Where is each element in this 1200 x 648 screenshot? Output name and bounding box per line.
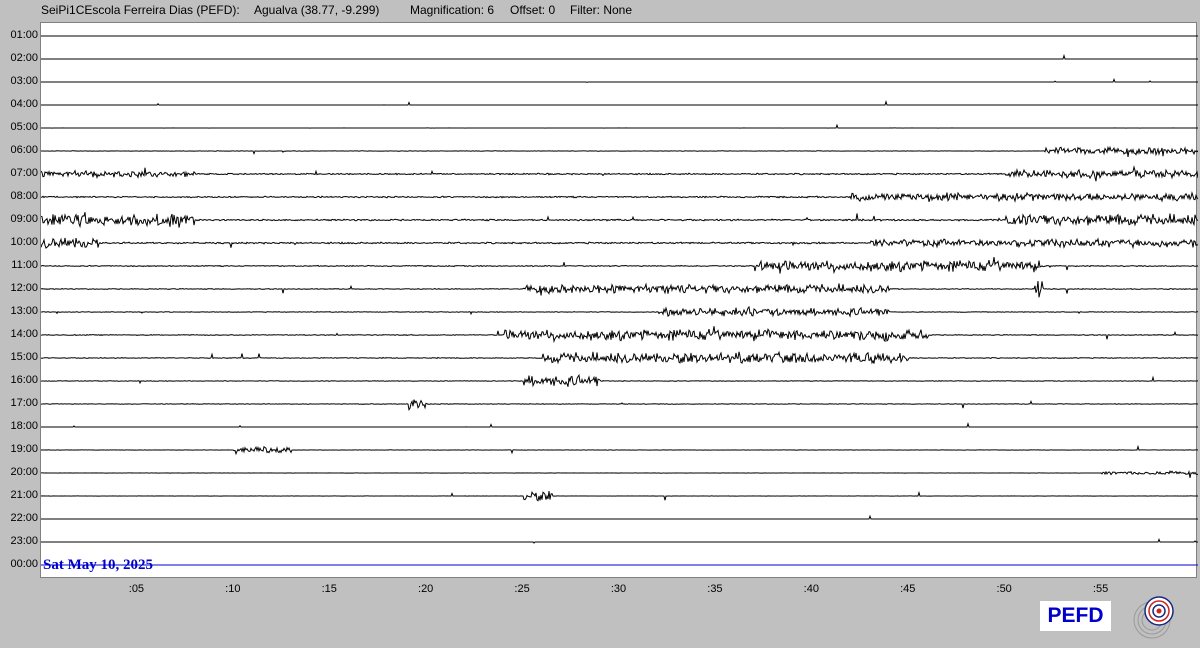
hour-label: 12:00 xyxy=(10,282,38,294)
trace-line-1200 xyxy=(41,280,1198,298)
hour-label: 03:00 xyxy=(10,75,38,87)
trace-line-1800 xyxy=(41,421,1198,428)
hour-label: 09:00 xyxy=(10,213,38,225)
hour-label: 10:00 xyxy=(10,236,38,248)
hour-label: 23:00 xyxy=(10,535,38,547)
trace-line-0700 xyxy=(41,165,1198,182)
date-label: Sat May 10, 2025 xyxy=(43,557,153,573)
hour-label: 07:00 xyxy=(10,167,38,179)
minute-tick-label: :35 xyxy=(707,583,723,595)
trace-line-0500 xyxy=(41,123,1198,129)
minute-tick-label: :55 xyxy=(1092,583,1109,595)
station-name: SeiPi1CEscola Ferreira Dias (PEFD): xyxy=(41,3,240,17)
trace-line-0600 xyxy=(41,145,1198,157)
hour-label: 15:00 xyxy=(10,351,38,363)
hour-label: 18:00 xyxy=(10,420,38,432)
hour-label: 20:00 xyxy=(10,466,38,478)
hour-label: 16:00 xyxy=(10,374,38,386)
trace-line-1900 xyxy=(41,444,1198,456)
trace-line-0400 xyxy=(41,99,1198,106)
minute-tick-label: :50 xyxy=(996,583,1012,595)
hour-label: 22:00 xyxy=(10,512,38,524)
station-badge: PEFD xyxy=(1040,601,1111,631)
minute-tick-label: :20 xyxy=(418,583,434,595)
trace-line-1400 xyxy=(41,326,1198,344)
hour-label: 11:00 xyxy=(11,259,38,271)
seismogram-traces xyxy=(41,35,1198,566)
hour-label: 02:00 xyxy=(10,52,38,64)
hour-label: 08:00 xyxy=(10,190,38,202)
hour-label: 19:00 xyxy=(10,443,38,455)
trace-line-2200 xyxy=(41,514,1198,520)
trace-line-1500 xyxy=(41,350,1198,365)
trace-line-0800 xyxy=(41,190,1198,203)
minute-tick-label: :45 xyxy=(900,583,916,595)
trace-line-2000 xyxy=(41,470,1198,478)
trace-line-0200 xyxy=(41,53,1198,60)
trace-line-0900 xyxy=(41,212,1198,229)
trace-line-1300 xyxy=(41,305,1198,318)
hour-label: 14:00 xyxy=(10,328,38,340)
minute-tick-label: :40 xyxy=(803,583,819,595)
minute-tick-label: :25 xyxy=(514,583,530,595)
seismograph-logo-icon xyxy=(1133,596,1174,639)
minute-tick-label: :30 xyxy=(610,583,627,595)
hour-label: 05:00 xyxy=(10,121,38,133)
magnification-readout: Magnification: 6 xyxy=(410,3,495,17)
minute-tick-label: :05 xyxy=(128,583,145,595)
trace-line-1000 xyxy=(41,237,1198,250)
trace-line-1700 xyxy=(41,399,1198,412)
trace-line-1100 xyxy=(41,257,1198,275)
filter-readout: Filter: None xyxy=(570,3,633,17)
trace-line-0300 xyxy=(41,78,1198,83)
hour-label: 06:00 xyxy=(10,144,38,156)
minute-tick-label: :15 xyxy=(321,583,337,595)
trace-line-2100 xyxy=(41,490,1198,502)
minute-tick-label: :10 xyxy=(225,583,241,595)
station-location: Agualva (38.77, -9.299) xyxy=(254,3,380,17)
helicorder-plot xyxy=(40,22,1198,578)
hour-label: 21:00 xyxy=(10,489,38,501)
hour-label: 13:00 xyxy=(10,305,38,317)
hour-label: 04:00 xyxy=(10,98,38,110)
header-bar: SeiPi1CEscola Ferreira Dias (PEFD): Agua… xyxy=(0,0,1200,22)
trace-line-2300 xyxy=(41,538,1198,544)
hour-label: 01:00 xyxy=(10,29,38,41)
hour-label: 00:00 xyxy=(10,558,38,570)
offset-readout: Offset: 0 xyxy=(510,3,556,17)
hour-label: 17:00 xyxy=(10,397,38,409)
trace-line-1600 xyxy=(41,373,1198,388)
